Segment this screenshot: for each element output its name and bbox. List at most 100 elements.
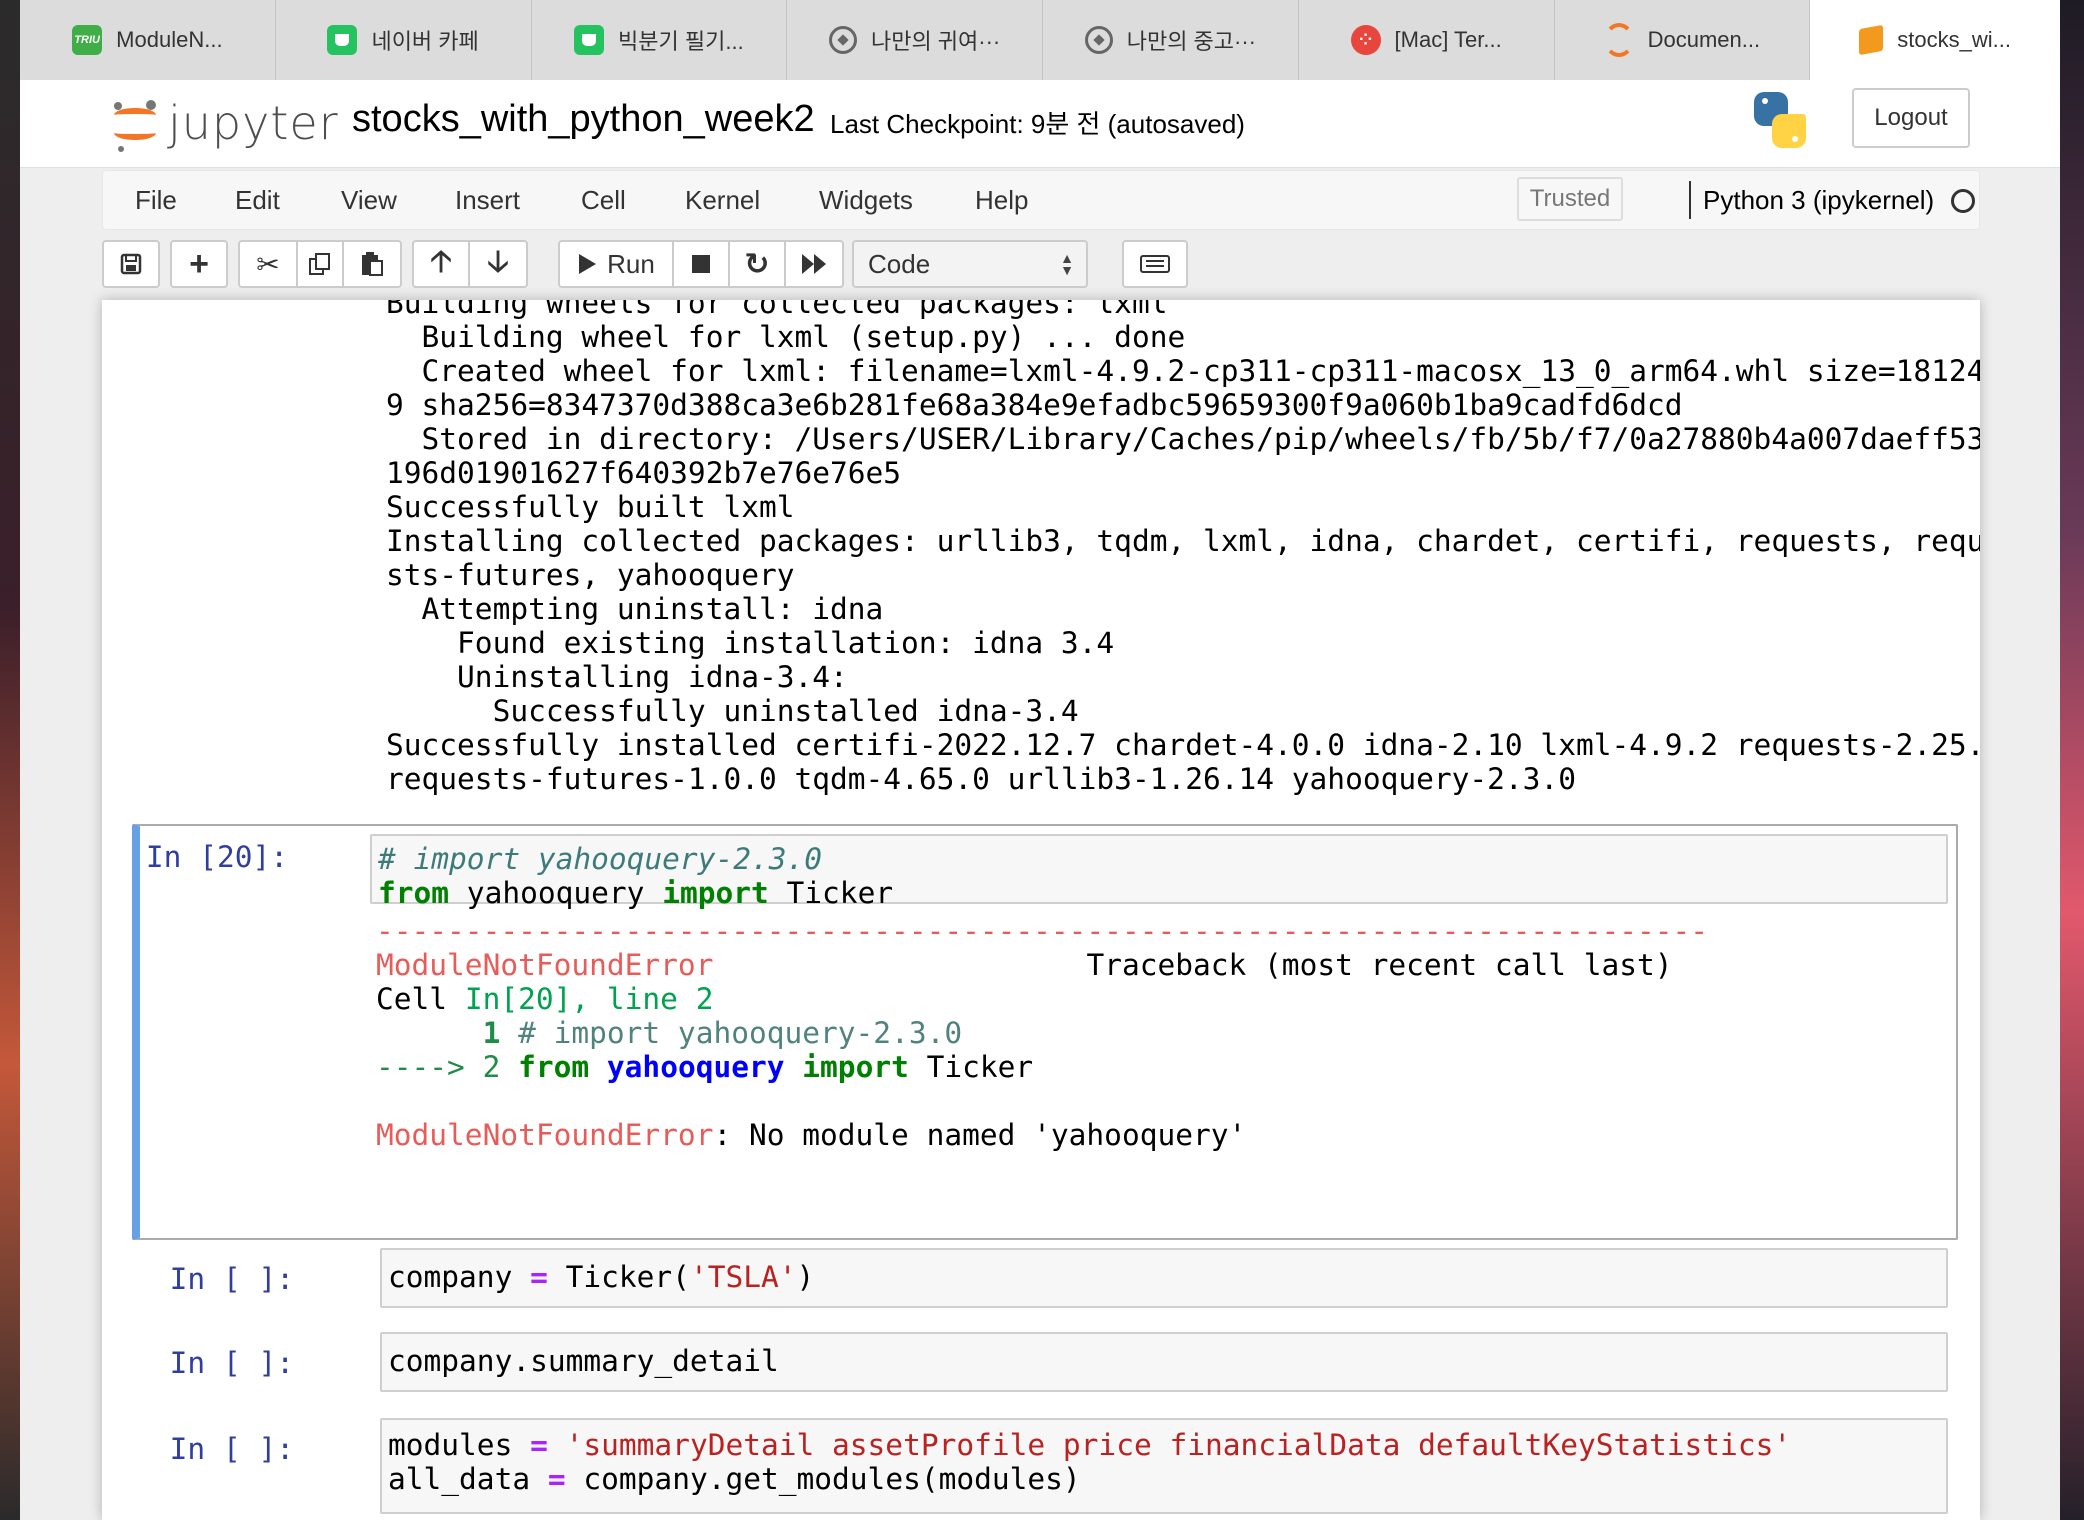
menu-widgets[interactable]: Widgets [819, 185, 913, 216]
kernel-name[interactable]: Python 3 (ipykernel) [1703, 185, 1934, 216]
mac-icon [1350, 25, 1381, 55]
paste-icon [362, 252, 383, 276]
menubar: File Edit View Insert Cell Kernel Widget… [102, 170, 1980, 230]
menu-help[interactable]: Help [975, 185, 1028, 216]
code-cell[interactable]: In [ ]: modules = 'summaryDetail assetPr… [132, 1418, 1958, 1518]
trusted-indicator[interactable]: Trusted [1517, 177, 1623, 221]
move-up-button[interactable]: 🡡 [412, 240, 470, 288]
checkpoint-status: Last Checkpoint: 9분 전 (autosaved) [830, 109, 1245, 139]
arrow-down-icon: 🡣 [487, 244, 509, 278]
output-line: Uninstalling idna-3.4: [386, 660, 848, 694]
traceback-keyword: import [802, 1050, 909, 1084]
notebook-header: jupyter stocks_with_python_week2 Last Ch… [20, 80, 2060, 168]
compass-icon [828, 26, 857, 54]
insert-cell-button[interactable]: + [170, 240, 228, 288]
stop-icon [692, 255, 710, 273]
compass-icon [1084, 26, 1113, 54]
output-line: Successfully built lxml [386, 490, 795, 524]
interrupt-button[interactable] [674, 240, 730, 288]
browser-tab-used[interactable]: 나만의 중고··· [1043, 0, 1299, 80]
pip-output: Building wheels for collected packages: … [386, 300, 1980, 796]
cut-icon: ✂ [256, 248, 280, 280]
arrow-up-icon: 🡡 [430, 244, 452, 278]
run-label: Run [607, 248, 655, 279]
menu-file[interactable]: File [135, 185, 177, 216]
menu-insert[interactable]: Insert [455, 185, 520, 216]
code-keyword: import [662, 876, 769, 910]
output-line: Building wheel for lxml (setup.py) ... d… [386, 320, 1186, 354]
keyboard-icon [1140, 255, 1170, 273]
code-cell-selected[interactable]: In [20]: # import yahooquery-2.3.0 from … [132, 824, 1958, 1240]
error-message: : No module named 'yahooquery' [713, 1118, 1247, 1152]
browser-tab-mac-terminal[interactable]: [Mac] Ter... [1299, 0, 1555, 80]
cell-prompt: In [ ]: [169, 1432, 294, 1466]
code-comment: # import yahooquery-2.3.0 [378, 842, 823, 876]
browser-tab-cute[interactable]: 나만의 귀여··· [787, 0, 1043, 80]
browser-tab-bar: TRIU ModuleN... 네이버 카페 빅분기 필기... 나만의 귀여·… [20, 0, 2060, 80]
select-arrows-icon: ▲ ▼ [1060, 250, 1074, 278]
code-text: all_data [388, 1462, 548, 1496]
code-string: 'TSLA' [689, 1260, 797, 1294]
error-name: ModuleNotFoundError [376, 948, 714, 982]
code-operator: = [530, 1428, 548, 1462]
cell-input[interactable]: # import yahooquery-2.3.0 from yahooquer… [370, 834, 1948, 910]
code-text: company.get_modules(modules) [565, 1462, 1081, 1496]
tab-label: 나만의 중고··· [1126, 29, 1257, 54]
traceback-arrow: ----> 2 [376, 1050, 501, 1084]
menu-view[interactable]: View [341, 185, 397, 216]
restart-button[interactable]: ↻ [730, 240, 786, 288]
cut-button[interactable]: ✂ [238, 240, 298, 288]
naver-cafe-icon [327, 25, 358, 55]
code-string: 'summaryDetail assetProfile price financ… [547, 1428, 1792, 1462]
tab-label: 네이버 카페 [371, 29, 479, 54]
jupyter-wordmark: jupyter [168, 96, 339, 150]
move-down-button[interactable]: 🡣 [470, 240, 528, 288]
kernel-separator [1689, 181, 1691, 219]
run-icon [579, 254, 597, 274]
cell-input[interactable]: company = Ticker('TSLA') [380, 1248, 1948, 1308]
save-icon [120, 253, 142, 275]
naver-cafe-icon [574, 25, 605, 55]
browser-tab-bigdata[interactable]: 빅분기 필기... [532, 0, 788, 80]
output-line: sts-futures, yahooquery [386, 558, 795, 592]
cell-input[interactable]: company.summary_detail [380, 1332, 1948, 1392]
copy-button[interactable] [298, 240, 344, 288]
code-text: company [388, 1260, 531, 1294]
restart-icon: ↻ [744, 247, 770, 281]
save-button[interactable] [102, 240, 160, 288]
output-line: Created wheel for lxml: filename=lxml-4.… [386, 354, 1980, 388]
paste-button[interactable] [344, 240, 402, 288]
jupyter-logo[interactable]: jupyter [112, 90, 342, 160]
run-button[interactable]: Run [558, 240, 674, 288]
code-text: company.summary_detail [388, 1344, 779, 1378]
menu-cell[interactable]: Cell [581, 185, 626, 216]
error-dashes: ----------------------------------------… [376, 914, 1709, 948]
command-palette-button[interactable] [1122, 240, 1188, 288]
cell-ref-prefix: Cell [376, 982, 465, 1016]
logout-button[interactable]: Logout [1852, 88, 1970, 148]
code-text: Ticker [768, 876, 894, 910]
error-name-final: ModuleNotFoundError [376, 1118, 714, 1152]
output-line: Installing collected packages: urllib3, … [386, 524, 1980, 558]
kernel-idle-icon [1951, 189, 1975, 213]
browser-tab-documents[interactable]: Documen... [1555, 0, 1811, 80]
notebook-title[interactable]: stocks_with_python_week2 [352, 98, 815, 141]
code-cell[interactable]: In [ ]: company.summary_detail [132, 1332, 1958, 1396]
cell-type-select[interactable]: Code ▲ ▼ [852, 240, 1088, 288]
menu-edit[interactable]: Edit [235, 185, 280, 216]
menu-kernel[interactable]: Kernel [685, 185, 760, 216]
browser-tab-stocks[interactable]: stocks_wi... [1810, 0, 2060, 80]
tab-label: Documen... [1647, 27, 1761, 52]
toolbar: + ✂ 🡡 🡣 Run ↻ Code ▲ ▼ [102, 240, 1980, 290]
notebook-container: Building wheels for collected packages: … [102, 300, 1980, 1520]
copy-icon [309, 253, 330, 275]
code-cell[interactable]: In [ ]: company = Ticker('TSLA') [132, 1248, 1958, 1312]
browser-tab-naver-cafe[interactable]: 네이버 카페 [276, 0, 532, 80]
output-line: requests-futures-1.0.0 tqdm-4.65.0 urlli… [386, 762, 1576, 796]
browser-tab-modulen[interactable]: TRIU ModuleN... [20, 0, 276, 80]
cell-input[interactable]: modules = 'summaryDetail assetProfile pr… [380, 1418, 1948, 1514]
cell-ref-link[interactable]: In[20], line 2 [465, 982, 714, 1016]
tab-label: [Mac] Ter... [1394, 27, 1502, 52]
traceback-module: yahooquery [606, 1050, 785, 1084]
restart-run-all-button[interactable] [786, 240, 844, 288]
